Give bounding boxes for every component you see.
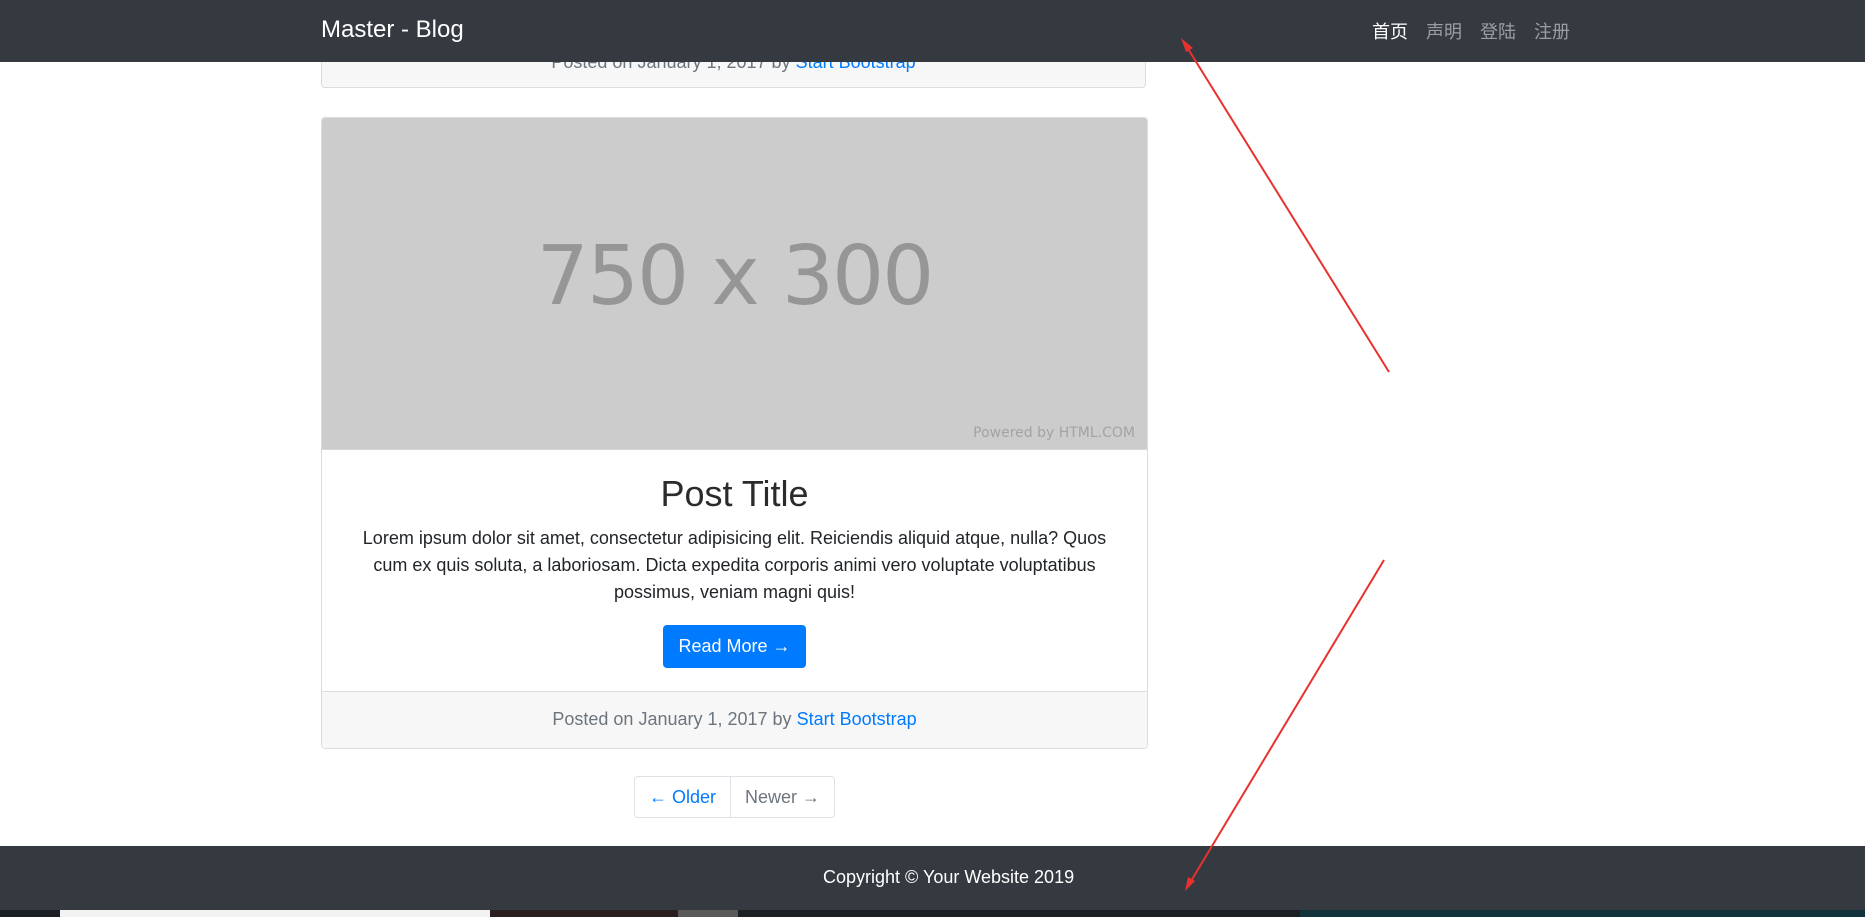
nav-link-statement[interactable]: 声明	[1426, 18, 1462, 44]
nav-link-register[interactable]: 注册	[1534, 18, 1570, 44]
desktop-taskbar-strip	[0, 910, 1865, 917]
annotation-arrow-up	[1184, 43, 1390, 373]
image-size-label: 750 x 300	[536, 229, 935, 324]
post-body: Post Title Lorem ipsum dolor sit amet, c…	[322, 472, 1147, 669]
navbar: Master - Blog 首页 声明 登陆 注册	[0, 0, 1865, 62]
post-title: Post Title	[660, 473, 809, 514]
post-excerpt: Lorem ipsum dolor sit amet, consectetur …	[362, 528, 1107, 603]
nav-link-home[interactable]: 首页	[1372, 18, 1408, 44]
annotation-arrow-down	[1187, 559, 1385, 887]
post-image-placeholder: 750 x 300 Powered by HTML.COM	[322, 118, 1147, 450]
image-credit: Powered by HTML.COM	[973, 425, 1135, 441]
brand-link[interactable]: Master - Blog	[321, 16, 464, 44]
site-footer: Copyright © Your Website 2019	[0, 846, 1865, 910]
nav-links: 首页 声明 登陆 注册	[1372, 18, 1570, 44]
newer-posts-button[interactable]: Newer →	[731, 777, 834, 817]
post-author-link[interactable]: Start Bootstrap	[797, 709, 917, 729]
post-footer: Posted on January 1, 2017 by Start Boots…	[322, 691, 1147, 748]
blog-post-card: 750 x 300 Powered by HTML.COM Post Title…	[321, 117, 1148, 749]
read-more-button[interactable]: Read More →	[663, 625, 806, 669]
copyright-text: Copyright © Your Website 2019	[823, 867, 1075, 887]
post-meta: Posted on January 1, 2017 by	[552, 709, 792, 729]
nav-link-login[interactable]: 登陆	[1480, 18, 1516, 44]
pagination: ← Older Newer →	[634, 776, 836, 818]
older-posts-button[interactable]: ← Older	[635, 777, 732, 817]
